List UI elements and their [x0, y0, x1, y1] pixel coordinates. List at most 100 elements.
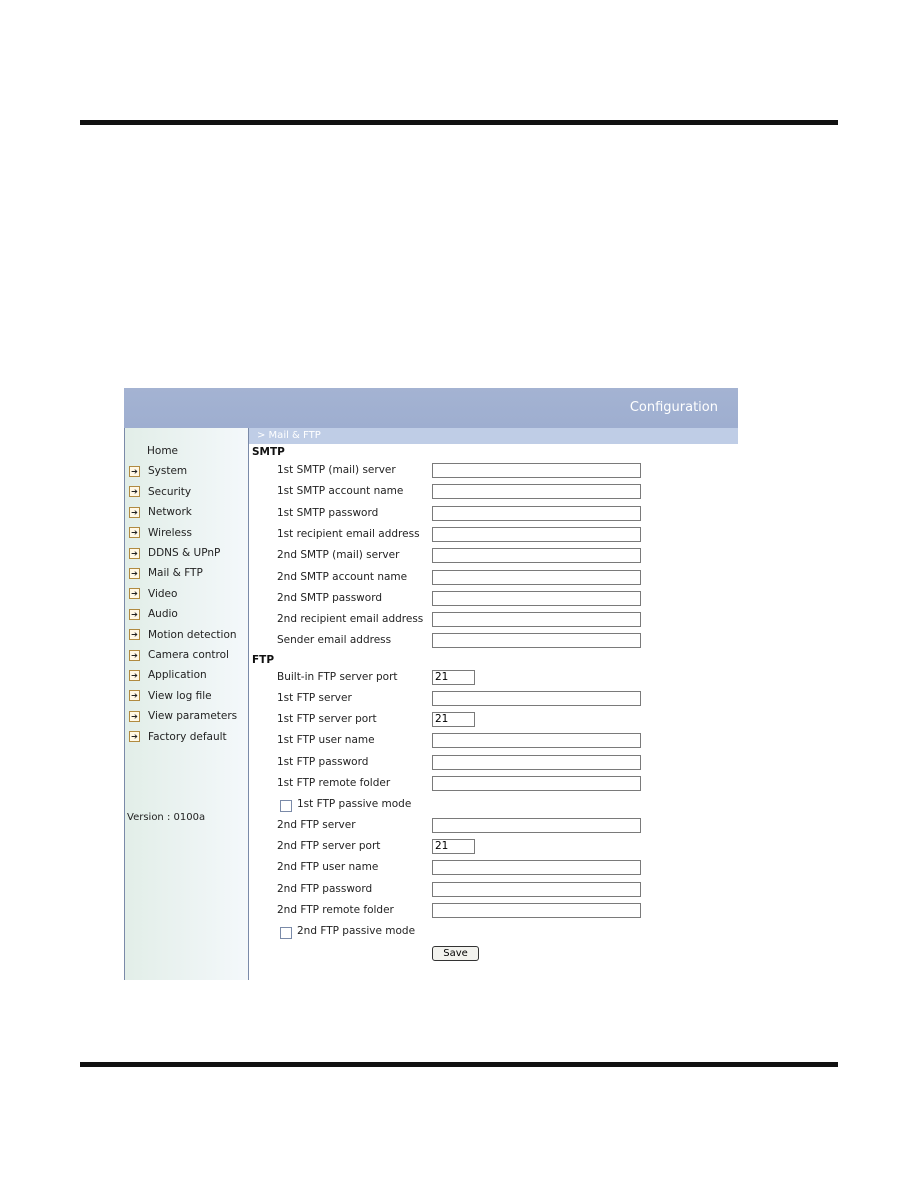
arrow-right-icon: ➔: [129, 506, 140, 518]
ftp-heading: FTP: [252, 654, 275, 666]
sidebar-item-view-parameters[interactable]: ➔ View parameters: [129, 709, 237, 723]
field-label: Sender email address: [277, 634, 392, 647]
manual-page: Configuration Home ➔ System ➔ Security ➔ Netwo…: [0, 0, 918, 1188]
ftp-input[interactable]: [432, 860, 641, 876]
ftp-input[interactable]: [432, 733, 641, 749]
sidebar-item-label: Camera control: [148, 649, 229, 661]
field-label: 1st FTP server: [277, 692, 352, 705]
passive-mode-checkbox[interactable]: [280, 799, 292, 812]
passive-mode-checkbox[interactable]: [280, 926, 292, 939]
sidebar-item-camera-control[interactable]: ➔ Camera control: [129, 648, 229, 662]
smtp-heading: SMTP: [252, 446, 285, 458]
sidebar-item-audio[interactable]: ➔ Audio: [129, 607, 178, 621]
ftp-input[interactable]: [432, 754, 641, 770]
sidebar-item-wireless[interactable]: ➔ Wireless: [129, 526, 192, 540]
smtp-input[interactable]: [432, 590, 641, 606]
sidebar-item-video[interactable]: ➔ Video: [129, 587, 177, 601]
ftp-input[interactable]: [432, 881, 641, 897]
sidebar-item-network[interactable]: ➔ Network: [129, 505, 192, 519]
sidebar-item-motion-detection[interactable]: ➔ Motion detection: [129, 628, 237, 642]
sidebar-item-label: Motion detection: [148, 628, 237, 641]
version-label: Version : 0100a: [127, 812, 206, 823]
config-screenshot: Configuration Home ➔ System ➔ Security ➔ Netwo…: [124, 388, 738, 980]
sidebar-item-label: Mail & FTP: [148, 567, 203, 580]
field-label: 2nd FTP server: [277, 819, 356, 832]
header-title: Configuration: [629, 400, 718, 415]
smtp-input[interactable]: [432, 569, 641, 585]
smtp-input[interactable]: [432, 548, 641, 564]
ftp-input[interactable]: [432, 775, 641, 791]
arrow-right-icon: ➔: [129, 649, 140, 661]
arrow-right-icon: ➔: [129, 547, 140, 559]
field-label: 2nd SMTP (mail) server: [277, 549, 400, 562]
sidebar-item-label: Video: [148, 587, 178, 600]
arrow-right-icon: ➔: [129, 486, 140, 498]
checkbox-label: 2nd FTP passive mode: [297, 924, 416, 937]
sidebar-item-factory-default[interactable]: ➔ Factory default: [129, 730, 227, 744]
field-label: 1st recipient email address: [277, 527, 420, 540]
field-label: 2nd FTP remote folder: [277, 903, 394, 916]
sidebar-item-application[interactable]: ➔ Application: [129, 668, 207, 682]
sidebar-item-security[interactable]: ➔ Security: [129, 485, 191, 499]
ftp-input[interactable]: 21: [432, 839, 475, 855]
arrow-right-icon: ➔: [129, 567, 140, 579]
field-label: 2nd recipient email address: [277, 613, 424, 626]
header-bar: Configuration: [124, 388, 738, 428]
ftp-input[interactable]: [432, 691, 641, 707]
smtp-input[interactable]: [432, 463, 641, 478]
sidebar-item-label: Network: [148, 506, 192, 519]
field-label: 2nd FTP server port: [277, 840, 381, 853]
sidebar-item-label: Wireless: [148, 526, 192, 539]
field-label: 1st SMTP (mail) server: [277, 464, 396, 476]
ftp-input[interactable]: [432, 818, 641, 834]
field-label: 1st SMTP password: [277, 506, 379, 519]
smtp-input[interactable]: [432, 633, 641, 649]
sidebar-item-label: System: [148, 465, 188, 478]
field-label: 2nd SMTP password: [277, 591, 382, 604]
sidebar-item-view-log-file[interactable]: ➔ View log file: [129, 689, 212, 703]
arrow-right-icon: ➔: [129, 690, 140, 702]
smtp-input[interactable]: [432, 505, 641, 521]
ftp-input[interactable]: 21: [432, 712, 475, 728]
field-label: 1st FTP remote folder: [277, 776, 391, 789]
smtp-input[interactable]: [432, 526, 641, 542]
sidebar-item-label: DDNS & UPnP: [148, 547, 221, 559]
smtp-input[interactable]: [432, 484, 641, 500]
arrow-right-icon: ➔: [129, 629, 140, 641]
checkbox-label: 1st FTP passive mode: [297, 797, 412, 810]
arrow-right-icon: ➔: [129, 588, 140, 600]
sidebar-item-label: Security: [148, 485, 192, 498]
field-label: 1st FTP password: [277, 755, 369, 768]
sidebar-item-label: View parameters: [148, 710, 238, 723]
save-button[interactable]: Save: [432, 946, 479, 961]
ftp-input[interactable]: 21: [432, 670, 475, 685]
arrow-right-icon: ➔: [129, 465, 140, 477]
field-label: 1st FTP server port: [277, 713, 377, 726]
field-label: 2nd FTP user name: [277, 861, 379, 874]
sidebar-item-label: Application: [148, 669, 207, 682]
arrow-right-icon: ➔: [129, 527, 140, 539]
arrow-right-icon: ➔: [129, 731, 140, 743]
field-label: 2nd FTP password: [277, 882, 373, 895]
sidebar-item-label: Audio: [148, 608, 178, 621]
sidebar-item-system[interactable]: ➔ System: [129, 464, 187, 478]
bottom-rule: [80, 1062, 838, 1067]
ftp-input[interactable]: [432, 902, 641, 918]
field-label: Built-in FTP server port: [277, 671, 398, 683]
sidebar: Home ➔ System ➔ Security ➔ Network ➔ Wireless ➔ DD…: [124, 428, 249, 980]
sidebar-item-label: View log file: [148, 689, 212, 702]
field-label: 2nd SMTP account name: [277, 570, 408, 583]
arrow-right-icon: ➔: [129, 608, 140, 620]
top-rule: [80, 120, 838, 125]
arrow-right-icon: ➔: [129, 710, 140, 722]
sidebar-item-label: Home: [147, 445, 179, 457]
breadcrumb: > Mail & FTP: [249, 428, 738, 444]
smtp-input[interactable]: [432, 612, 641, 628]
field-label: 1st FTP user name: [277, 734, 375, 747]
sidebar-item-ddns-upnp[interactable]: ➔ DDNS & UPnP: [129, 546, 220, 560]
arrow-right-icon: ➔: [129, 669, 140, 681]
sidebar-item-home[interactable]: Home: [147, 444, 178, 458]
sidebar-item-mail-ftp[interactable]: ➔ Mail & FTP: [129, 566, 203, 580]
field-label: 1st SMTP account name: [277, 485, 404, 498]
sidebar-item-label: Factory default: [148, 730, 227, 743]
